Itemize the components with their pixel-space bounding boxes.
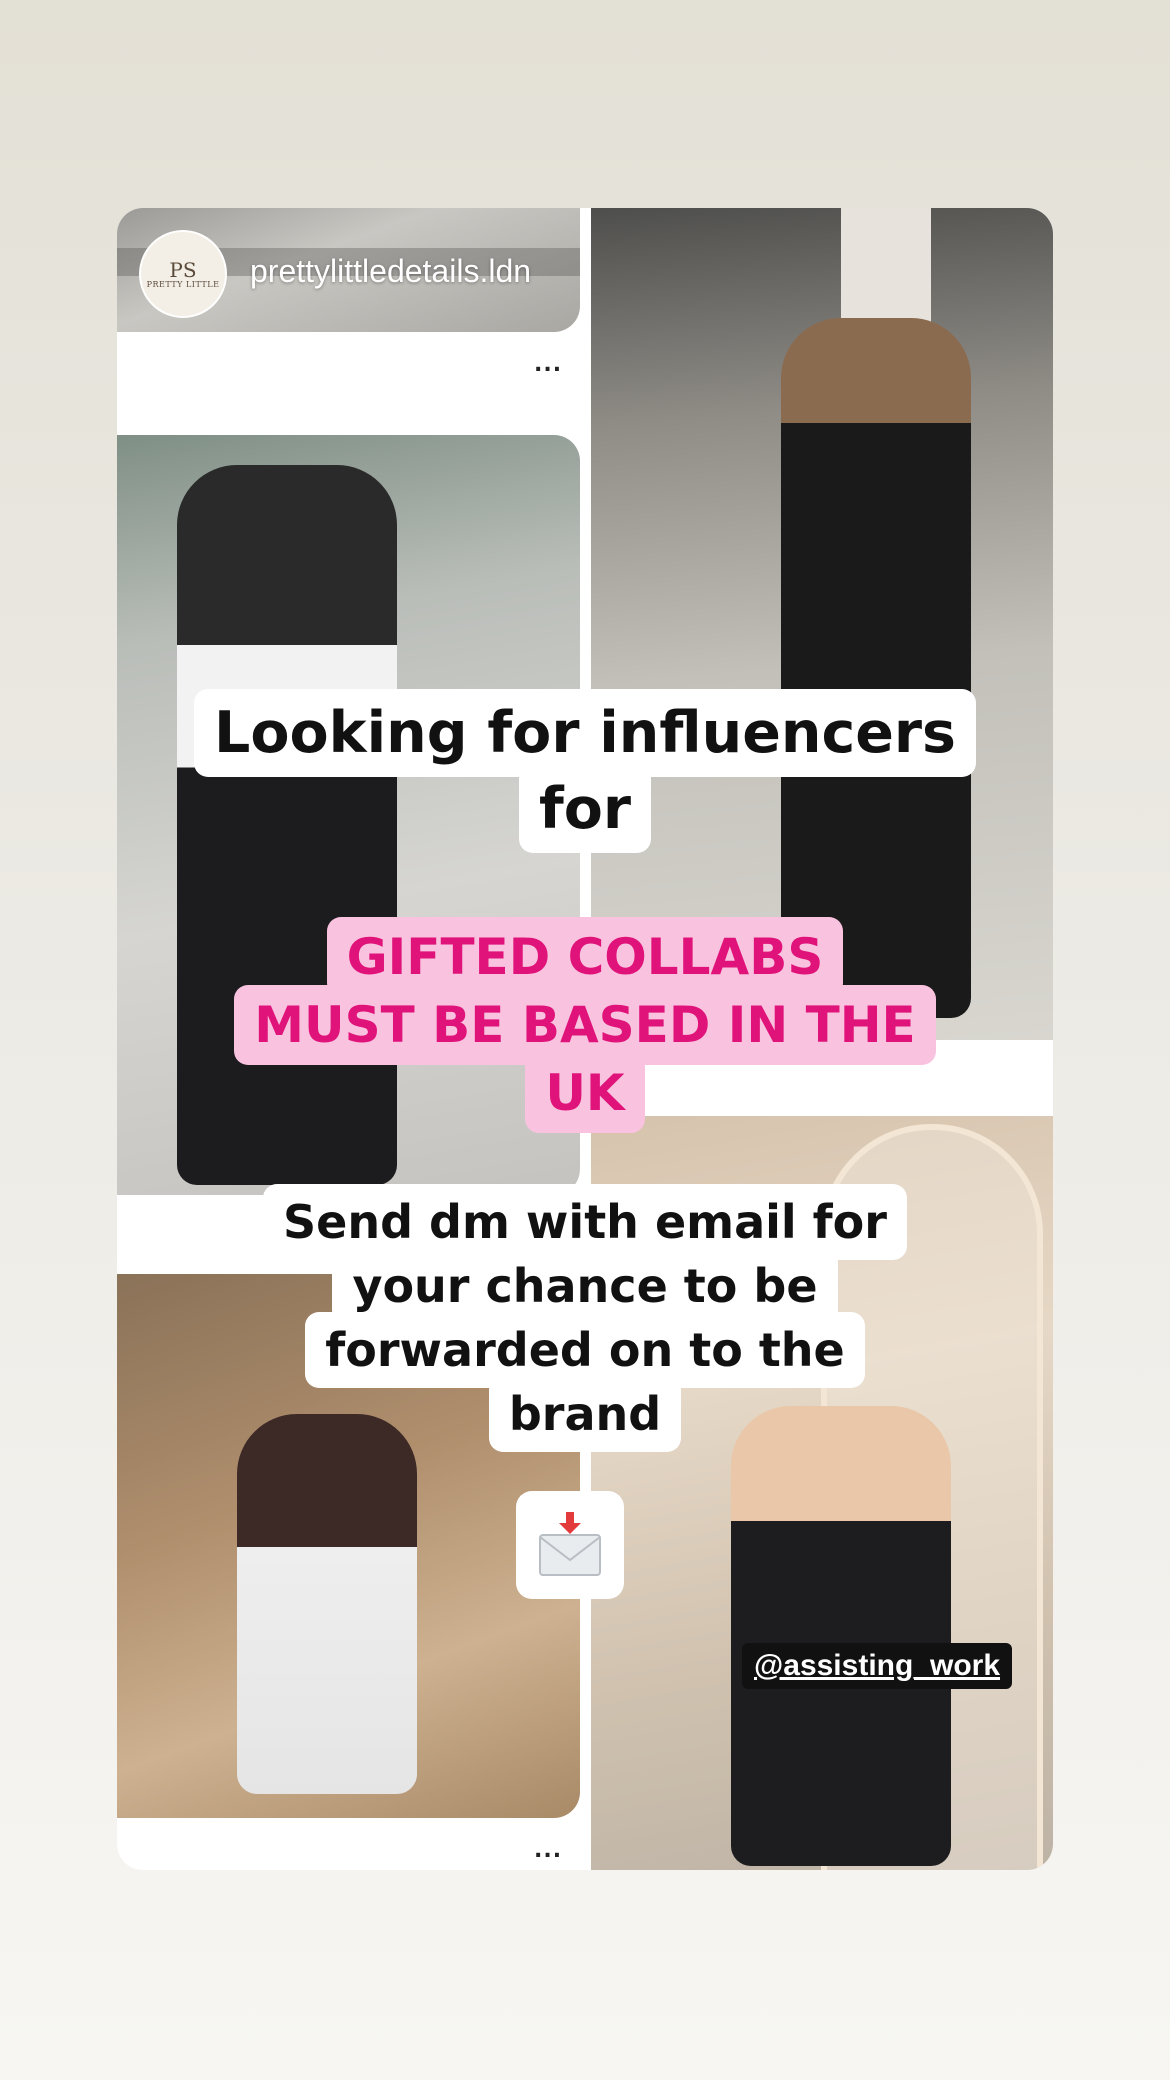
caption-send-dm: Send dm with email for your chance to be… xyxy=(0,1184,1170,1452)
more-options-icon[interactable]: ... xyxy=(534,1838,562,1863)
figure-silhouette xyxy=(781,318,971,1018)
caption-line: for xyxy=(518,765,652,853)
avatar-monogram: PS xyxy=(169,257,197,282)
caption-gifted-collabs: GIFTED COLLABS MUST BE BASED IN THE UK xyxy=(0,917,1170,1133)
figure-silhouette xyxy=(237,1414,417,1794)
username-link[interactable]: prettylittledetails.ldn xyxy=(250,253,531,290)
profile-avatar[interactable]: PS PRETTY LITTLE xyxy=(141,232,225,316)
more-options-icon[interactable]: ... xyxy=(534,352,562,377)
caption-looking-for-influencers: Looking for influencers for xyxy=(0,689,1170,853)
caption-line: UK xyxy=(525,1053,645,1133)
caption-line: Looking for influencers xyxy=(194,689,976,777)
mention-tag[interactable]: @assisting_work xyxy=(742,1643,1013,1689)
photo-woman-holding-coffee-tray xyxy=(591,208,1053,1040)
figure-silhouette xyxy=(731,1406,951,1866)
caption-line: brand xyxy=(488,1376,682,1452)
envelope-sticker xyxy=(516,1491,624,1599)
incoming-envelope-icon xyxy=(539,1512,601,1576)
avatar-brand-text: PRETTY LITTLE xyxy=(146,279,220,289)
